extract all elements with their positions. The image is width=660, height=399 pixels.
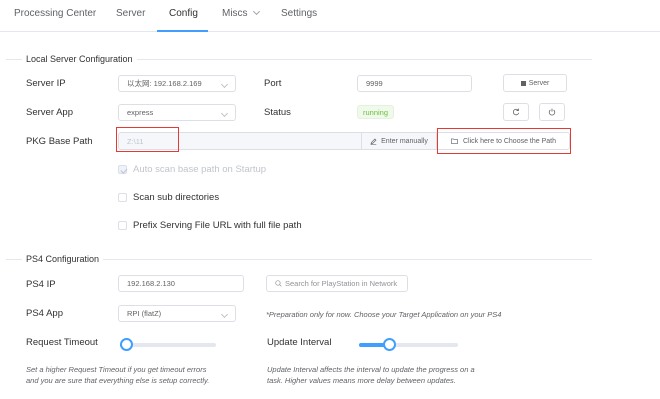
timeout-hint: Set a higher Request Timeout if you get … — [26, 364, 209, 386]
section-title-local-server: Local Server Configuration — [22, 54, 137, 64]
search-icon — [275, 280, 282, 287]
ps4-ip-value: 192.168.2.130 — [127, 279, 175, 288]
tab-settings[interactable]: Settings — [281, 8, 317, 19]
server-ip-value: 以太网: 192.168.2.169 — [127, 79, 202, 88]
auto-scan-checkbox[interactable]: Auto scan base path on Startup — [118, 164, 266, 175]
timeout-hint-line-1: Set a higher Request Timeout if you get … — [26, 365, 207, 374]
ps4-app-label: PS4 App — [26, 308, 63, 319]
power-icon — [548, 108, 556, 116]
refresh-button[interactable] — [503, 103, 529, 121]
highlight-box-choose — [437, 128, 571, 154]
auto-scan-label: Auto scan base path on Startup — [133, 164, 267, 175]
prefix-url-checkbox[interactable]: Prefix Serving File URL with full file p… — [118, 220, 302, 231]
ps4-app-value: RPI (flatZ) — [127, 309, 162, 318]
server-app-select[interactable]: express — [118, 104, 236, 121]
highlight-box-path — [116, 127, 179, 152]
server-app-label: Server App — [26, 107, 73, 118]
tab-bar: Processing Center Server Config Miscs Se… — [0, 0, 660, 32]
chevron-down-icon — [252, 7, 260, 16]
chevron-down-icon — [220, 310, 229, 319]
slider-handle[interactable] — [382, 338, 396, 351]
interval-hint: Update Interval affects the interval to … — [267, 364, 475, 386]
search-ps4-input[interactable]: Search for PlayStation in Network — [266, 275, 408, 292]
ps4-ip-input[interactable]: 192.168.2.130 — [118, 275, 244, 292]
status-label: Status — [264, 107, 291, 118]
ps4-app-select[interactable]: RPI (flatZ) — [118, 305, 236, 322]
checkbox-icon — [118, 193, 127, 202]
tab-miscs-label: Miscs — [222, 8, 248, 19]
update-interval-label: Update Interval — [267, 337, 332, 348]
update-interval-slider[interactable] — [359, 338, 458, 351]
refresh-icon — [512, 108, 520, 116]
chevron-down-icon — [220, 80, 229, 89]
prefix-url-label: Prefix Serving File URL with full file p… — [133, 220, 302, 231]
port-label: Port — [264, 78, 282, 89]
enter-manually-button[interactable]: Enter manually — [361, 132, 437, 150]
tab-processing-center[interactable]: Processing Center — [14, 8, 96, 19]
port-value: 9999 — [366, 79, 383, 88]
chevron-down-icon — [220, 109, 229, 118]
server-app-value: express — [127, 108, 154, 117]
active-tab-indicator — [157, 30, 208, 32]
checkbox-icon — [118, 221, 127, 230]
request-timeout-label: Request Timeout — [26, 337, 98, 348]
ps4-ip-label: PS4 IP — [26, 279, 56, 290]
power-button[interactable] — [539, 103, 565, 121]
slider-handle[interactable] — [119, 338, 133, 351]
port-input[interactable]: 9999 — [357, 75, 472, 92]
status-badge: running — [357, 105, 395, 119]
edit-icon — [370, 138, 377, 145]
timeout-hint-line-2: and you are sure that everything else is… — [26, 376, 210, 385]
ps4-app-note: *Preparation only for now. Choose your T… — [266, 310, 502, 319]
tab-miscs[interactable]: Miscs — [222, 7, 260, 19]
interval-hint-line-2: task. Higher values means more delay bet… — [267, 376, 456, 385]
checkbox-checked-icon — [118, 165, 127, 174]
pkg-base-path-label: PKG Base Path — [26, 136, 93, 147]
scan-subdirs-checkbox[interactable]: Scan sub directories — [118, 192, 219, 203]
search-ps4-placeholder: Search for PlayStation in Network — [285, 279, 398, 288]
server-button-label: Server — [528, 79, 550, 87]
server-icon — [520, 80, 526, 86]
enter-manually-label: Enter manually — [381, 137, 428, 145]
interval-hint-line-1: Update Interval affects the interval to … — [267, 365, 475, 374]
tab-server[interactable]: Server — [116, 8, 145, 19]
request-timeout-slider[interactable] — [119, 338, 216, 351]
server-ip-select[interactable]: 以太网: 192.168.2.169 — [118, 75, 236, 92]
tab-config[interactable]: Config — [169, 8, 198, 19]
server-ip-label: Server IP — [26, 78, 66, 89]
server-button[interactable]: Server — [503, 74, 567, 92]
scan-subdirs-label: Scan sub directories — [133, 192, 220, 203]
section-title-ps4: PS4 Configuration — [22, 254, 104, 264]
